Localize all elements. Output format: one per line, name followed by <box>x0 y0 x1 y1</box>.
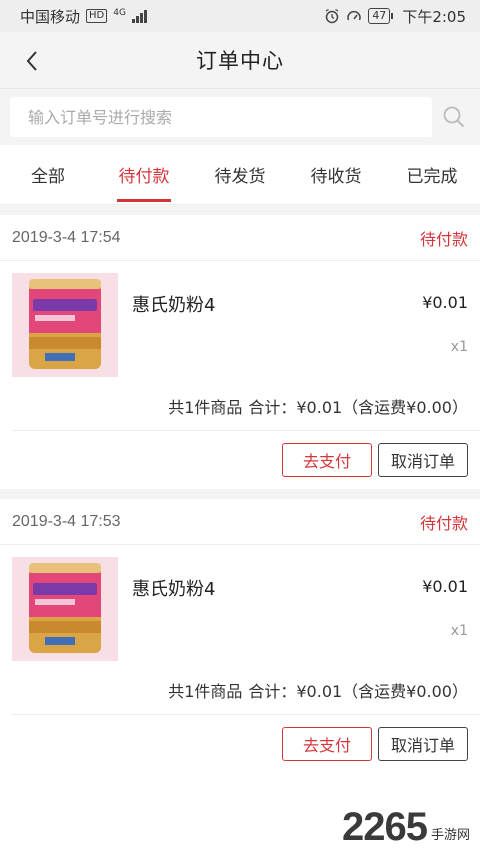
divider <box>0 205 480 215</box>
order-actions: 去支付 取消订单 <box>0 715 480 773</box>
page-title: 订单中心 <box>196 49 284 73</box>
status-bar-left: 中国移动 HD 4G <box>20 6 147 27</box>
cancel-order-button[interactable]: 取消订单 <box>378 443 468 477</box>
order-actions: 去支付 取消订单 <box>0 431 480 489</box>
tab-pending-receipt[interactable]: 待收货 <box>288 145 384 204</box>
tab-pending-payment[interactable]: 待付款 <box>96 145 192 204</box>
back-button[interactable] <box>14 32 50 89</box>
hd-badge: HD <box>86 9 108 23</box>
order-total: 合计：¥0.01（含运费¥0.00） <box>248 397 468 417</box>
milk-powder-can-image <box>29 563 101 653</box>
divider <box>0 489 480 499</box>
order-item[interactable]: 惠氏奶粉4 ¥0.01 x1 <box>0 261 480 381</box>
product-quantity: x1 <box>450 623 468 639</box>
carrier-label: 中国移动 <box>20 7 81 26</box>
speed-icon <box>347 10 362 21</box>
clock-label: 下午2:05 <box>402 7 466 26</box>
tab-pending-shipment[interactable]: 待发货 <box>192 145 288 204</box>
cancel-order-button[interactable]: 取消订单 <box>378 727 468 761</box>
order-status: 待付款 <box>419 229 468 249</box>
product-quantity: x1 <box>450 339 468 355</box>
chevron-left-icon <box>26 50 37 71</box>
product-name: 惠氏奶粉4 <box>132 579 216 600</box>
signal-icon <box>131 9 147 23</box>
order-status: 待付款 <box>419 513 468 533</box>
battery-icon: 47 <box>368 8 394 24</box>
order-total: 合计：¥0.01（含运费¥0.00） <box>248 681 468 701</box>
milk-powder-can-image <box>29 279 101 369</box>
product-price: ¥0.01 <box>422 577 468 596</box>
product-price: ¥0.01 <box>422 293 468 312</box>
order-status-tabs: 全部 待付款 待发货 待收货 已完成 <box>0 145 480 205</box>
tab-all[interactable]: 全部 <box>0 145 96 204</box>
order-time: 2019-3-4 17:54 <box>12 228 121 246</box>
watermark-logo: 2265 手游网 <box>342 807 470 847</box>
status-bar-right: 47 下午2:05 <box>324 6 466 27</box>
product-name: 惠氏奶粉4 <box>132 295 216 316</box>
order-item-count: 共1件商品 <box>168 397 243 417</box>
network-type: 4G <box>113 7 126 18</box>
order-summary: 共1件商品 合计：¥0.01（含运费¥0.00） <box>12 381 480 431</box>
product-image[interactable] <box>12 273 118 377</box>
order-time: 2019-3-4 17:53 <box>12 512 121 530</box>
product-image[interactable] <box>12 557 118 661</box>
order-item-count: 共1件商品 <box>168 681 243 701</box>
order-header: 2019-3-4 17:53 待付款 <box>0 499 480 545</box>
search-icon <box>443 106 465 128</box>
nav-bar: 订单中心 <box>0 32 480 89</box>
pay-button[interactable]: 去支付 <box>282 727 372 761</box>
status-bar: 中国移动 HD 4G 47 下午2:05 <box>0 0 480 32</box>
order-card: 2019-3-4 17:53 待付款 惠氏奶粉4 ¥0.01 x1 共1件商品 … <box>0 499 480 773</box>
order-card: 2019-3-4 17:54 待付款 惠氏奶粉4 ¥0.01 x1 共1件商品 … <box>0 215 480 489</box>
order-item[interactable]: 惠氏奶粉4 ¥0.01 x1 <box>0 545 480 665</box>
watermark-number: 2265 <box>342 805 428 849</box>
watermark-text: 手游网 <box>430 828 470 843</box>
search-input[interactable] <box>10 97 432 137</box>
tab-completed[interactable]: 已完成 <box>384 145 480 204</box>
alarm-icon <box>325 8 339 24</box>
search-button[interactable] <box>438 101 470 133</box>
order-summary: 共1件商品 合计：¥0.01（含运费¥0.00） <box>12 665 480 715</box>
pay-button[interactable]: 去支付 <box>282 443 372 477</box>
order-header: 2019-3-4 17:54 待付款 <box>0 215 480 261</box>
search-bar <box>0 89 480 145</box>
